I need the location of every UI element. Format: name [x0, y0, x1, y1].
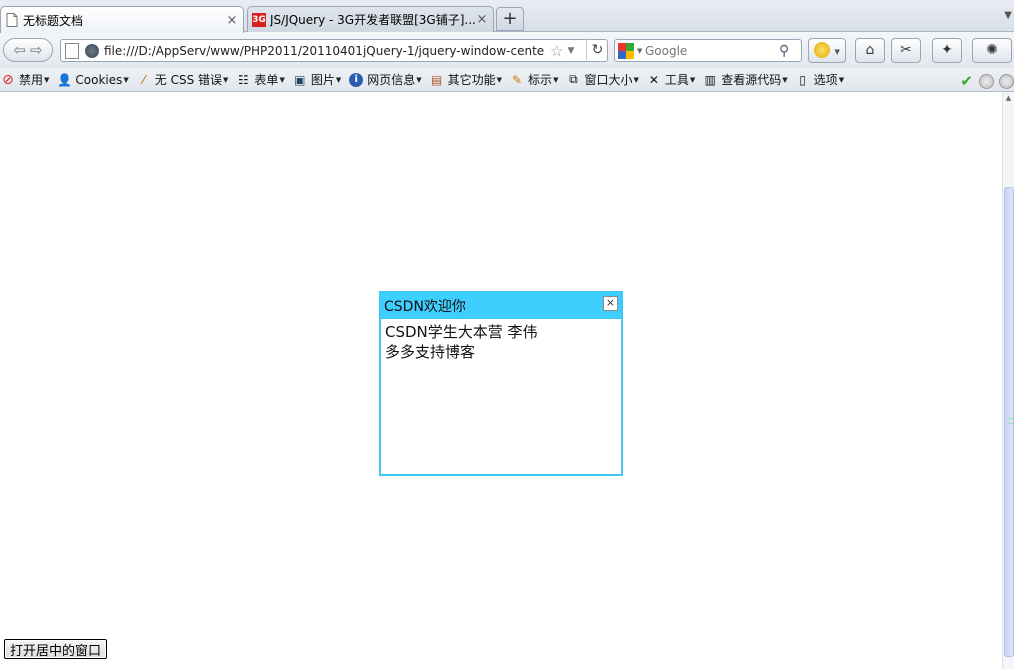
checkmark-icon[interactable]: ✔ [960, 72, 973, 90]
open-centered-window-button[interactable]: 打开居中的窗口 [4, 639, 108, 659]
person-icon: 👤 [56, 72, 72, 87]
home-icon: ⌂ [865, 42, 875, 58]
tab-3g-jquery[interactable]: 3G JS/JQuery - 3G开发者联盟[3G铺子]... × [247, 6, 494, 32]
dialog-body: CSDN学生大本营 李伟 多多支持博客 [381, 318, 621, 365]
tab-title: JS/JQuery - 3G开发者联盟[3G铺子]... [270, 13, 475, 27]
scrollbar-grip [1008, 418, 1013, 424]
info-icon: i [349, 72, 364, 87]
wand-icon: ⁄ [142, 72, 145, 87]
bug-icon: ✦ [941, 42, 953, 58]
new-tab-button[interactable]: + [496, 7, 524, 31]
devbar-css[interactable]: ⁄ 无 CSS 错误 ▼ [137, 71, 229, 88]
tools-icon: ✕ [648, 72, 659, 87]
home-button[interactable]: ⌂ [855, 38, 885, 63]
history-dropdown-icon[interactable]: ▼ [567, 46, 574, 56]
page-icon [6, 13, 18, 27]
firebug-icon: ✺ [986, 42, 998, 58]
page-content: CSDN欢迎你 × CSDN学生大本营 李伟 多多支持博客 打开居中的窗口 [0, 92, 1002, 669]
devbar-information[interactable]: i 网页信息 ▼ [349, 71, 422, 88]
devbar-label: 无 CSS 错误 [154, 73, 223, 87]
tab-list-dropdown-icon[interactable]: ▼ [1004, 10, 1012, 21]
devbar-miscellaneous[interactable]: ▤ 其它功能 ▼ [430, 71, 502, 88]
devbar-tools[interactable]: ✕ 工具 ▼ [647, 71, 695, 88]
dialog-header[interactable]: CSDN欢迎你 × [381, 293, 621, 318]
options-icon: ▯ [799, 72, 806, 87]
devbar-label: 表单 [254, 73, 279, 87]
tab-close-icon[interactable]: × [475, 12, 489, 27]
scissors-button[interactable]: ✂ [891, 38, 921, 63]
devbar-label: 网页信息 [367, 73, 416, 87]
scrollbar-thumb[interactable] [1004, 187, 1014, 657]
image-icon: ▣ [294, 72, 306, 87]
tab-close-icon[interactable]: × [225, 13, 239, 28]
vertical-scrollbar[interactable]: ▲ [1002, 92, 1014, 669]
page-icon [65, 42, 79, 59]
devbar-label: 图片 [310, 73, 335, 87]
smiley-icon [814, 42, 831, 58]
close-icon[interactable]: × [603, 296, 618, 311]
google-icon [618, 42, 634, 59]
search-engine-selector[interactable]: ▼ [615, 40, 645, 61]
disable-icon: ⊘ [2, 71, 14, 88]
devbar-images[interactable]: ▣ 图片 ▼ [293, 71, 341, 88]
devbar-forms[interactable]: ☷ 表单 ▼ [236, 71, 285, 88]
dialog-body-line: CSDN学生大本营 李伟 [385, 323, 538, 341]
bookmark-star-icon[interactable]: ☆ [550, 42, 563, 60]
devbar-options[interactable]: ▯ 选项 ▼ [796, 71, 844, 88]
search-bar[interactable]: ▼ ⚲ [614, 39, 802, 62]
devbar-view-source[interactable]: ▥ 查看源代码 ▼ [703, 71, 788, 88]
devbar-label: 禁用 [19, 73, 44, 87]
chevron-down-icon: ▼ [834, 48, 840, 56]
devbar-label: 查看源代码 [721, 73, 782, 87]
form-icon: ☷ [238, 72, 249, 87]
web-developer-toolbar: ⊘ 禁用 ▼ 👤 Cookies ▼ ⁄ 无 CSS 错误 ▼ ☷ 表单 ▼ ▣ 图片 ▼… [0, 68, 1014, 92]
resize-icon: ⧉ [569, 72, 578, 86]
search-input[interactable] [645, 43, 775, 58]
scissors-icon: ✂ [900, 42, 912, 58]
devbar-label: 窗口大小 [584, 73, 633, 87]
dialog-body-line: 多多支持博客 [385, 343, 476, 361]
status-dot-icon[interactable] [979, 73, 994, 89]
url-bar[interactable]: file:///D:/AppServ/www/PHP2011/20110401j… [60, 39, 608, 62]
firebug-button[interactable]: ✦ [932, 38, 962, 63]
chevron-down-icon: ▼ [637, 46, 643, 55]
back-arrow-icon[interactable]: ⇦ [13, 41, 26, 59]
forward-arrow-icon[interactable]: ⇨ [30, 41, 43, 59]
search-icon[interactable]: ⚲ [779, 43, 789, 59]
tab-strip: 无标题文档 × 3G JS/JQuery - 3G开发者联盟[3G铺子]... … [0, 0, 1014, 33]
tab-title: 无标题文档 [23, 13, 84, 28]
devbar-label: Cookies [75, 72, 123, 87]
devbar-label: 工具 [664, 73, 689, 87]
devbar-resize[interactable]: ⧉ 窗口大小 ▼ [566, 71, 639, 88]
site-identity-icon[interactable] [85, 43, 99, 58]
reload-icon[interactable]: ↻ [586, 39, 608, 62]
misc-icon: ▤ [430, 72, 443, 87]
source-icon: ▥ [704, 72, 716, 87]
pencil-icon: ✎ [512, 72, 523, 87]
back-forward-buttons[interactable]: ⇦ ⇨ [3, 38, 53, 62]
devbar-cookies[interactable]: 👤 Cookies ▼ [56, 72, 129, 87]
dialog-title: CSDN欢迎你 [384, 298, 466, 315]
status-dot-icon[interactable] [999, 73, 1014, 89]
navigation-toolbar: ⇦ ⇨ file:///D:/AppServ/www/PHP2011/20110… [0, 32, 1014, 68]
devbar-outline[interactable]: ✎ 标示 ▼ [510, 71, 558, 88]
devbar-label: 标示 [528, 73, 553, 87]
devbar-label: 选项 [813, 73, 838, 87]
url-text[interactable]: file:///D:/AppServ/www/PHP2011/20110401j… [104, 44, 544, 58]
devbar-label: 其它功能 [447, 73, 496, 87]
addon-face-button[interactable]: ▼ [808, 38, 846, 63]
addon-bug-button[interactable]: ✺ [972, 38, 1012, 63]
scroll-up-icon[interactable]: ▲ [1003, 92, 1014, 104]
devbar-status: ✔ [960, 72, 1014, 90]
3g-logo-icon: 3G [252, 12, 266, 27]
centered-dialog: CSDN欢迎你 × CSDN学生大本营 李伟 多多支持博客 [379, 291, 623, 476]
tab-untitled[interactable]: 无标题文档 × [0, 6, 244, 33]
devbar-disable[interactable]: ⊘ 禁用 ▼ [1, 71, 49, 88]
